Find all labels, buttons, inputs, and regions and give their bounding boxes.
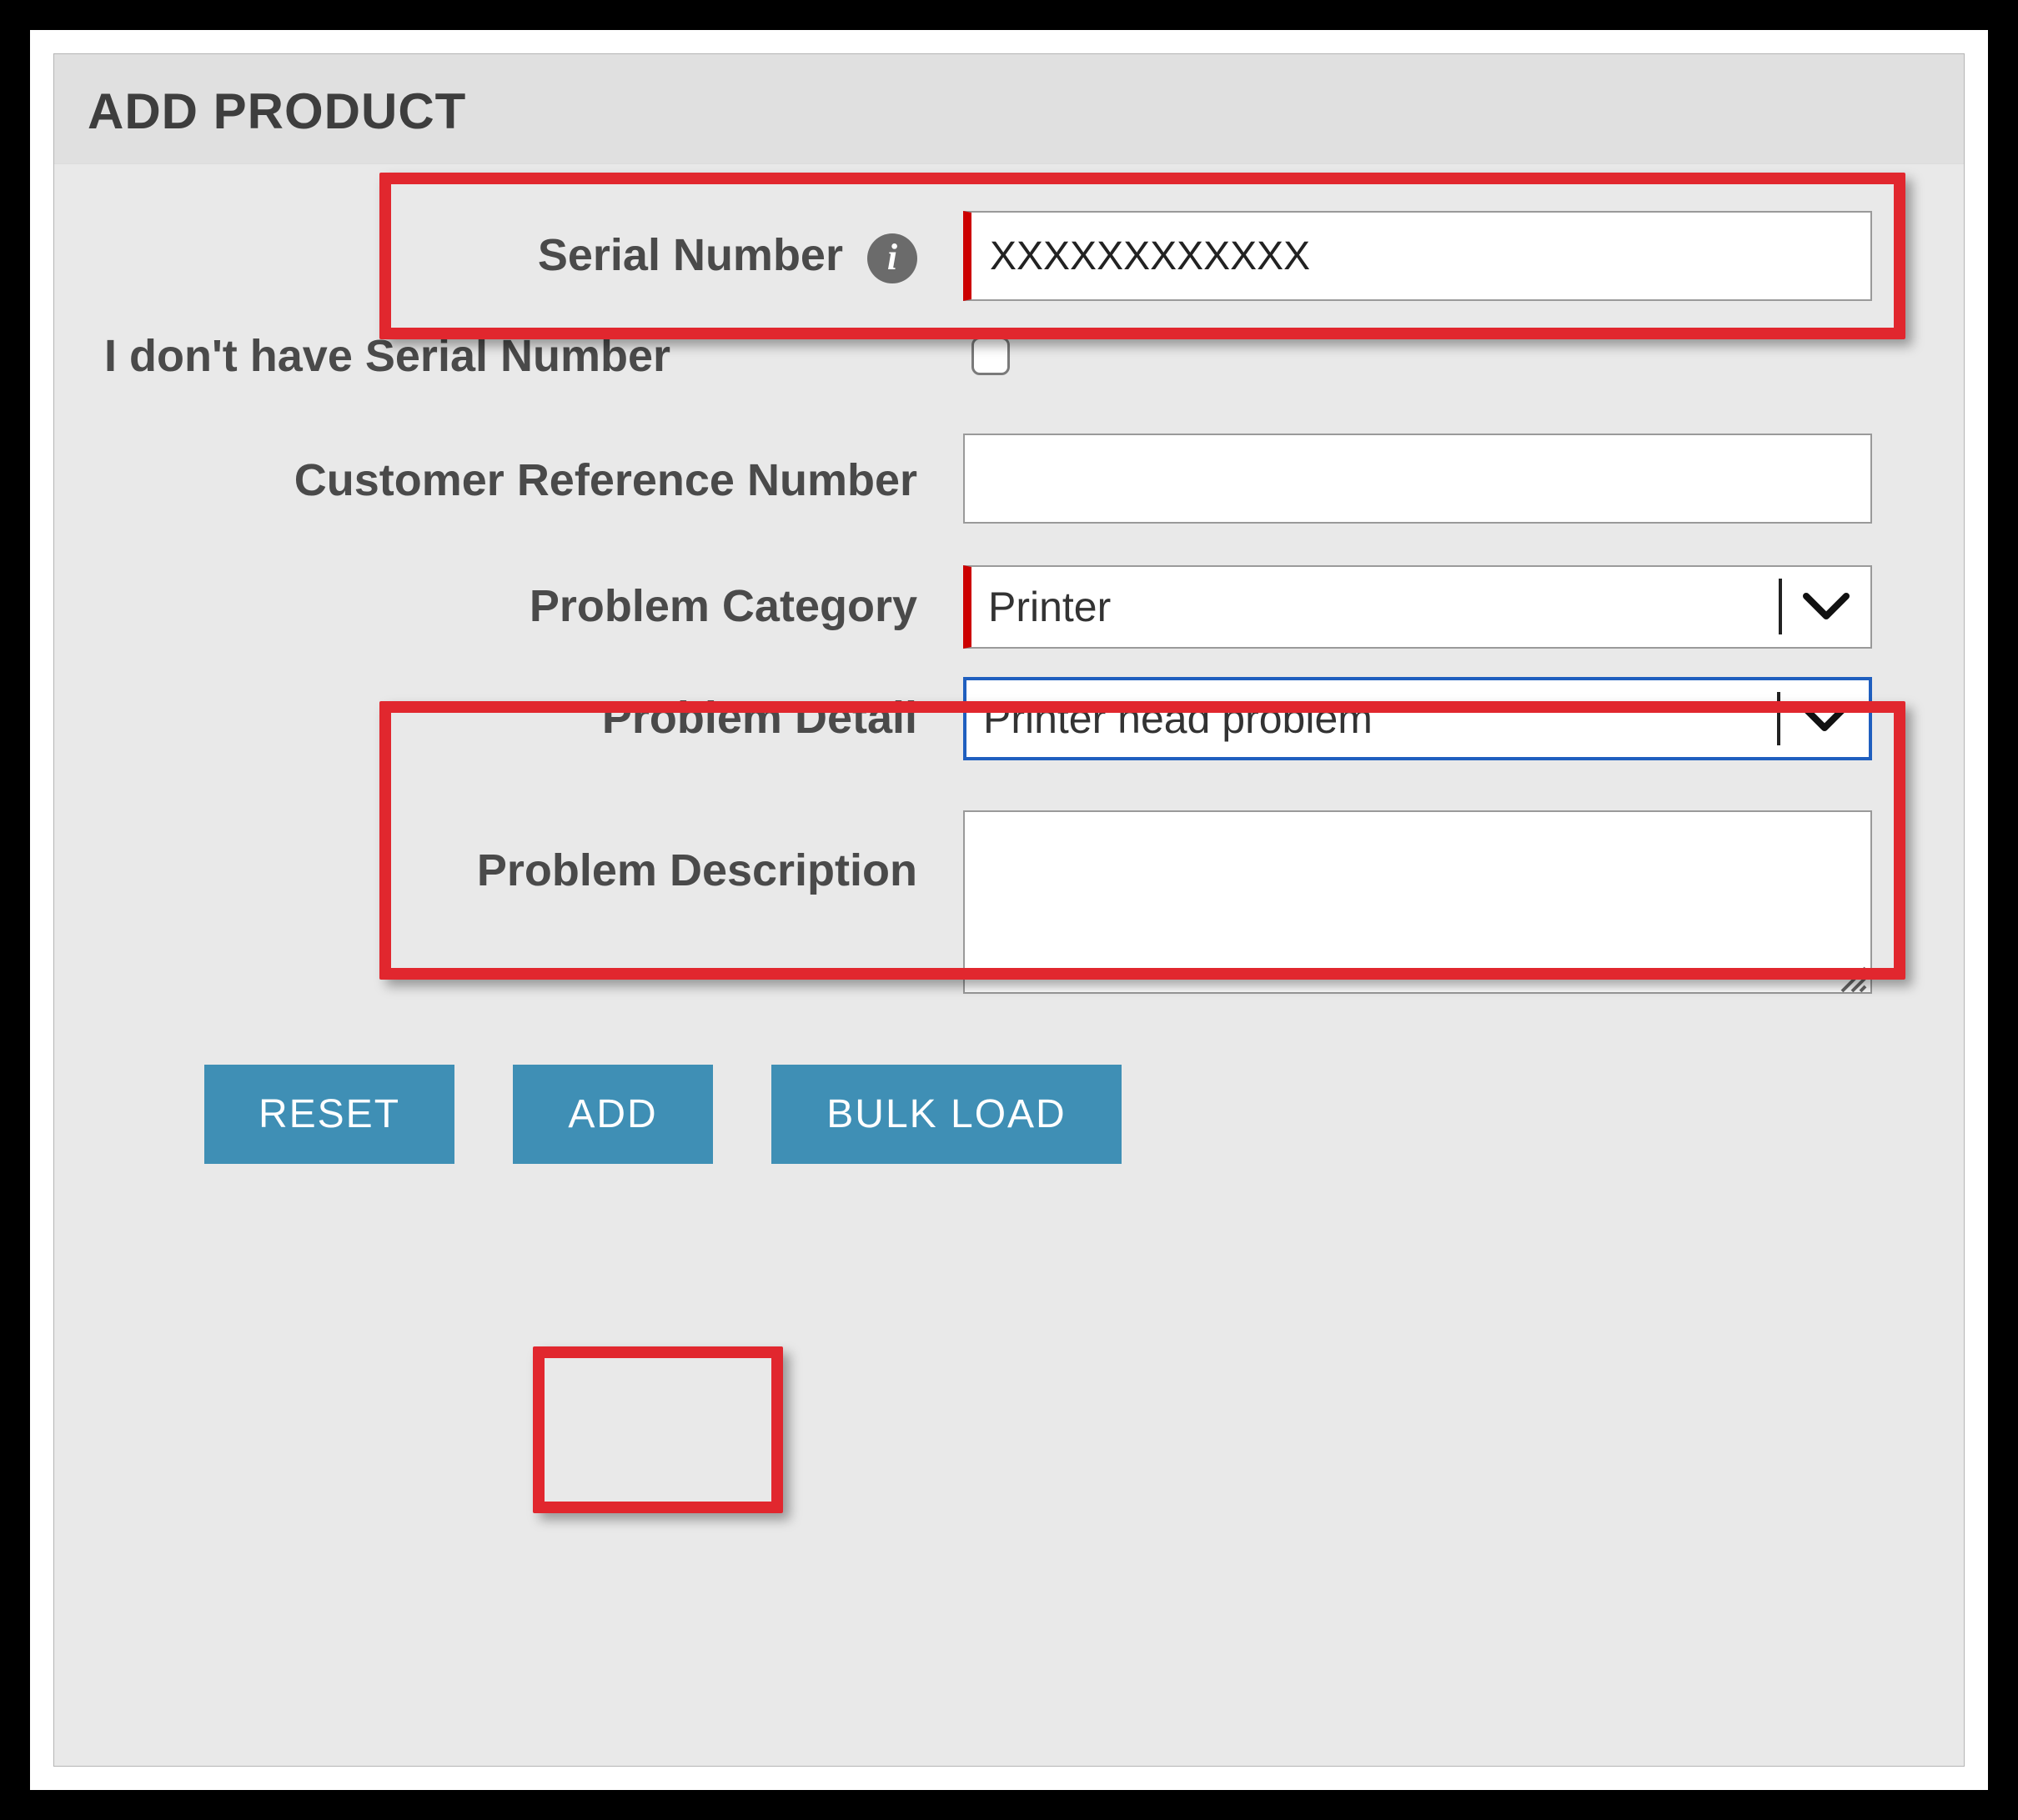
row-customer-ref: Customer Reference Number xyxy=(88,434,1930,524)
page-title: ADD PRODUCT xyxy=(88,83,1930,140)
screenshot-frame: ADD PRODUCT Serial Number i I don't have… xyxy=(0,0,2018,1820)
button-bar: RESET ADD BULK LOAD xyxy=(88,1065,1930,1164)
label-problem-category: Problem Category xyxy=(88,579,963,634)
problem-category-select[interactable]: Printer xyxy=(963,565,1872,649)
label-serial-number: Serial Number i xyxy=(88,228,963,283)
label-customer-ref: Customer Reference Number xyxy=(88,449,963,508)
callout-add-button xyxy=(533,1346,783,1513)
panel-header: ADD PRODUCT xyxy=(54,54,1964,164)
problem-category-value: Printer xyxy=(971,583,1779,631)
problem-detail-value: Printer head problem xyxy=(966,694,1777,743)
row-no-serial: I don't have Serial Number xyxy=(88,329,1930,384)
row-problem-category: Problem Category Printer xyxy=(88,565,1930,649)
panel-body: Serial Number i I don't have Serial Numb… xyxy=(54,164,1964,1766)
add-button[interactable]: ADD xyxy=(513,1065,713,1164)
reset-button[interactable]: RESET xyxy=(204,1065,454,1164)
add-product-panel: ADD PRODUCT Serial Number i I don't have… xyxy=(53,53,1965,1767)
label-problem-detail: Problem Detail xyxy=(88,691,963,745)
bulk-load-button[interactable]: BULK LOAD xyxy=(771,1065,1122,1164)
form-stack: Serial Number i I don't have Serial Numb… xyxy=(88,164,1930,1164)
label-no-serial: I don't have Serial Number xyxy=(88,329,871,384)
serial-number-input[interactable] xyxy=(963,211,1872,301)
info-icon[interactable]: i xyxy=(867,233,917,283)
row-serial-number: Serial Number i xyxy=(88,211,1930,301)
chevron-down-icon xyxy=(1779,579,1870,634)
label-serial-number-text: Serial Number xyxy=(538,230,843,280)
chevron-down-icon xyxy=(1777,692,1869,745)
row-problem-description: Problem Description xyxy=(88,810,1930,998)
customer-ref-input[interactable] xyxy=(963,434,1872,524)
label-problem-description: Problem Description xyxy=(88,810,963,898)
no-serial-checkbox[interactable] xyxy=(971,337,1010,375)
problem-description-textarea[interactable] xyxy=(963,810,1872,994)
problem-detail-select[interactable]: Printer head problem xyxy=(963,677,1872,760)
row-problem-detail: Problem Detail Printer head problem xyxy=(88,677,1930,760)
